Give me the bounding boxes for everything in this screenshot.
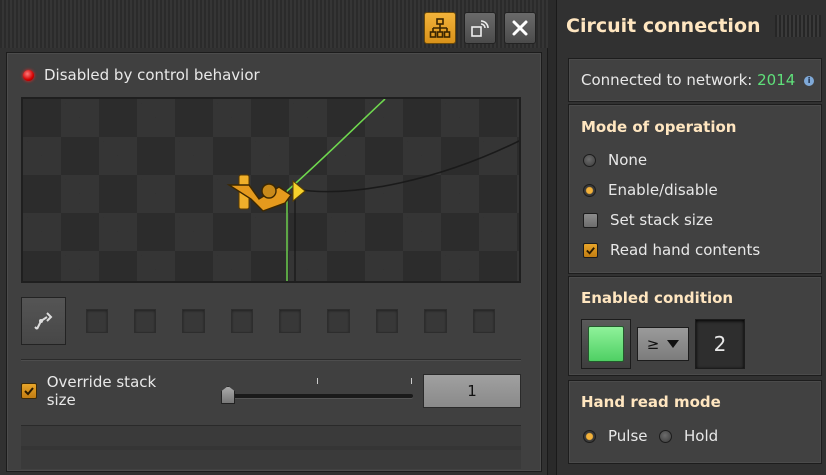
inserter-content: Disabled by control behavior Override st… (6, 52, 542, 472)
circuit-titlebar[interactable]: Circuit connection (557, 0, 826, 52)
inserter-window: Disabled by control behavior Override st… (0, 0, 548, 475)
stack-size-slider[interactable] (221, 376, 413, 406)
signal-selector-button[interactable] (581, 319, 631, 369)
slider-tick (317, 378, 319, 384)
filter-slot[interactable] (133, 309, 157, 333)
filter-icon (34, 312, 53, 330)
checkmark-icon (24, 387, 34, 396)
window-title: Circuit connection (566, 15, 761, 37)
filter-slots (21, 297, 521, 345)
close-icon (512, 20, 528, 36)
filter-toggle-button[interactable] (21, 297, 66, 345)
hand-read-option-hold[interactable]: Hold (659, 427, 718, 445)
stack-size-input[interactable] (422, 374, 521, 408)
condition-section: Enabled condition ≥ 2 (568, 276, 822, 376)
condition-title: Enabled condition (581, 289, 734, 307)
filter-slot[interactable] (375, 309, 399, 333)
comparator-dropdown[interactable]: ≥ (637, 327, 689, 361)
entity-preview[interactable] (21, 97, 521, 283)
constant-input[interactable]: 2 (695, 319, 745, 369)
mode-option-read-hand-contents[interactable]: Read hand contents (583, 241, 760, 259)
logistic-network-icon (471, 20, 489, 37)
override-stack-size-label: Override stack size (46, 373, 157, 409)
slider-thumb[interactable] (221, 386, 236, 404)
green-signal-icon (588, 326, 624, 362)
green-wire (286, 99, 386, 192)
inserter-icon (226, 174, 306, 212)
option-label: Pulse (608, 427, 648, 445)
close-button[interactable] (504, 12, 536, 44)
radio-button[interactable] (659, 429, 672, 443)
filter-slot[interactable] (472, 309, 495, 333)
checkbox[interactable] (583, 212, 598, 228)
drag-handle[interactable] (774, 15, 821, 37)
filter-slot[interactable] (279, 309, 302, 333)
option-label: Enable/disable (608, 181, 718, 199)
status-text: Disabled by control behavior (44, 66, 260, 84)
radio-button[interactable] (583, 183, 596, 197)
option-label: Set stack size (610, 211, 714, 229)
option-label: Read hand contents (610, 241, 761, 259)
checkbox[interactable] (583, 242, 598, 258)
circuit-network-button[interactable] (424, 12, 456, 44)
circuit-connection-window: Circuit connection Connected to network:… (556, 0, 826, 475)
mode-option-enable-disable[interactable]: Enable/disable (583, 181, 718, 199)
window-titlebar[interactable] (0, 0, 548, 48)
mode-section: Mode of operation None Enable/disable Se… (568, 104, 822, 274)
network-label: Connected to network: (581, 71, 753, 89)
status-row: Disabled by control behavior (23, 66, 260, 84)
empty-panel-area (21, 425, 521, 469)
filter-slot[interactable] (424, 309, 447, 333)
constant-value: 2 (713, 332, 727, 356)
slider-tick (411, 378, 413, 384)
info-icon[interactable]: i (804, 75, 815, 86)
circuit-network-icon (429, 18, 451, 38)
hand-read-section: Hand read mode Pulse Hold (568, 380, 822, 464)
network-section: Connected to network: 2014 i (568, 58, 822, 102)
option-label: None (608, 151, 648, 169)
filter-slot[interactable] (230, 309, 254, 333)
section-divider (21, 359, 521, 361)
network-id: 2014 (757, 71, 796, 89)
slider-track[interactable] (221, 394, 413, 398)
chevron-down-icon (667, 340, 680, 348)
entity-preview-scene (226, 99, 519, 281)
radio-button[interactable] (583, 429, 596, 443)
status-led-icon (23, 69, 34, 81)
logistic-network-button[interactable] (464, 12, 496, 44)
copper-wire (294, 140, 519, 193)
filter-slot[interactable] (327, 309, 350, 333)
hand-read-option-pulse[interactable]: Pulse (583, 427, 648, 445)
comparator-value: ≥ (646, 335, 660, 353)
filter-slot[interactable] (85, 309, 108, 333)
network-row: Connected to network: 2014 i (581, 71, 815, 89)
hand-read-title: Hand read mode (581, 393, 721, 411)
mode-option-set-stack-size[interactable]: Set stack size (583, 211, 713, 229)
radio-button[interactable] (583, 153, 596, 167)
option-label: Hold (684, 427, 719, 445)
filter-slot[interactable] (182, 309, 205, 333)
checkmark-icon (586, 246, 595, 255)
mode-title: Mode of operation (581, 118, 737, 136)
override-stack-size-checkbox[interactable] (21, 383, 37, 399)
override-stack-size-row: Override stack size (21, 373, 521, 409)
mode-option-none[interactable]: None (583, 151, 647, 169)
